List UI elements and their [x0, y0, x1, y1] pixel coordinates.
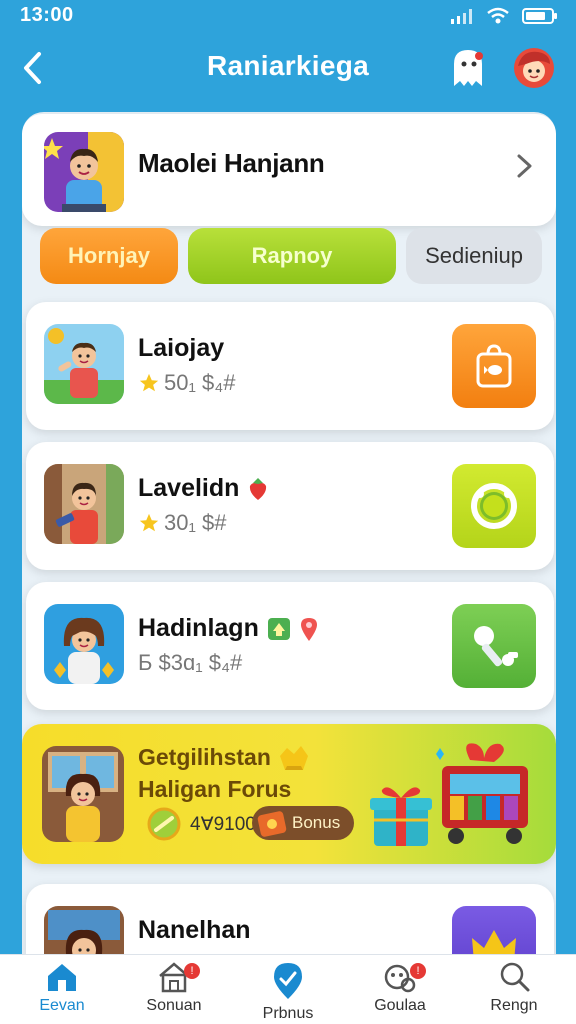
- nav-item-search[interactable]: Rengn: [466, 961, 562, 1023]
- item-subtitle-row: Б $3ɑ₁ $₄#: [138, 650, 242, 676]
- shopping-bag-icon: [476, 344, 512, 388]
- nav-item-social[interactable]: ! Goulaa: [352, 961, 448, 1023]
- search-icon: [500, 962, 530, 992]
- character-button[interactable]: [512, 46, 556, 90]
- chevron-right-icon: [517, 154, 532, 178]
- item-action-button[interactable]: [452, 464, 536, 548]
- item-thumbnail: [44, 604, 124, 684]
- bonus-title-line1: Getgilihstan: [138, 744, 271, 770]
- crown-icon: [472, 930, 516, 954]
- item-title-row: Hadinlagn: [138, 614, 319, 643]
- status-icons: [450, 4, 558, 28]
- item-title-row: Laiojay: [138, 334, 224, 363]
- boy-avatar-icon: [44, 132, 124, 212]
- item-title: Lavelidn: [138, 474, 240, 502]
- star-icon: [139, 373, 159, 392]
- green-badge-icon: [267, 617, 290, 640]
- ticket-icon: [257, 811, 287, 837]
- profile-card[interactable]: Maolei Hanjann: [22, 114, 556, 226]
- list-item[interactable]: Lavelidn 30₁ $#: [26, 442, 554, 570]
- nav-label: Rengn: [490, 997, 538, 1014]
- bonus-button[interactable]: Bonus: [252, 806, 355, 840]
- list-item[interactable]: Nanelhan: [26, 884, 554, 954]
- status-time: 13:00: [20, 4, 74, 26]
- bonus-thumbnail: [42, 746, 124, 842]
- ring-icon: [471, 483, 517, 529]
- battery-icon: [522, 8, 557, 24]
- star-icon: [139, 513, 159, 532]
- nav-label: Eevan: [39, 997, 85, 1014]
- item-stats: 50₁ $₄#: [164, 370, 236, 395]
- tab-sedieniup[interactable]: Sedieniup: [406, 228, 542, 284]
- item-action-button[interactable]: [452, 604, 536, 688]
- gift-box-icon: [370, 787, 432, 846]
- bonus-button-label: Bonus: [292, 813, 341, 832]
- profile-name: Maolei Hanjann: [138, 148, 325, 178]
- status-bar: 13:00: [0, 0, 576, 34]
- nav-item-store[interactable]: ! Sonuan: [126, 961, 222, 1023]
- item-title: Nanelhan: [138, 916, 251, 944]
- girl-classroom-icon: [44, 906, 124, 954]
- location-pin-icon: [274, 963, 302, 999]
- coin-icon: [147, 807, 181, 841]
- item-stats: Б $3ɑ₁ $₄#: [138, 650, 243, 675]
- nav-label: Prbnus: [262, 1005, 314, 1022]
- item-subtitle-row: 30₁ $#: [138, 510, 226, 536]
- nav-label: Sonuan: [146, 997, 202, 1014]
- item-thumbnail: [44, 324, 124, 404]
- nav-label: Goulaa: [374, 997, 426, 1014]
- profile-avatar: [44, 132, 124, 212]
- bonus-title-line2: Haligan Forus: [138, 775, 292, 802]
- home-icon: [48, 964, 76, 991]
- key-icon: [474, 626, 518, 667]
- item-subtitle-row: 50₁ $₄#: [138, 370, 235, 396]
- bonus-amount-row: 4Ɐ9100.: [146, 806, 261, 842]
- toy-cart-icon: [436, 743, 528, 844]
- item-title: Laiojay: [138, 334, 225, 362]
- notification-badge: !: [184, 963, 200, 979]
- list-item[interactable]: Hadinlagn Б $3ɑ₁ $₄#: [26, 582, 554, 710]
- wifi-icon: [487, 7, 509, 24]
- notification-badge: !: [410, 963, 426, 979]
- red-character-icon: [514, 48, 554, 88]
- mascot-button[interactable]: [446, 46, 490, 90]
- nav-item-bonus[interactable]: Prbnus: [240, 961, 336, 1023]
- bonus-title: Getgilihstan Haligan Forus: [138, 742, 311, 805]
- item-thumbnail: [44, 464, 124, 544]
- crown-gem-icon: [280, 745, 309, 770]
- pin-icon: [300, 617, 317, 641]
- bonus-banner[interactable]: Getgilihstan Haligan Forus 4Ɐ9100. Bonus: [22, 724, 556, 864]
- list-item[interactable]: Laiojay 50₁ $₄#: [26, 302, 554, 430]
- girl-avatar-icon: [44, 604, 124, 684]
- signal-icon: [451, 9, 472, 24]
- item-stats: 30₁ $#: [164, 510, 227, 535]
- content-area: Maolei Hanjann Hornjay Rapnoy Sedieniup: [22, 112, 556, 954]
- item-thumbnail: [44, 906, 124, 954]
- tab-bar: Hornjay Rapnoy Sedieniup: [40, 228, 544, 284]
- girl-room-icon: [42, 746, 124, 842]
- tab-hornjay[interactable]: Hornjay: [40, 228, 178, 284]
- item-title: Hadinlagn: [138, 614, 259, 642]
- app-header: Raniarkiega: [0, 34, 576, 104]
- item-action-button[interactable]: [452, 324, 536, 408]
- strawberry-icon: [250, 477, 267, 500]
- nav-item-home[interactable]: Eevan: [14, 961, 110, 1023]
- tab-rapnoy[interactable]: Rapnoy: [188, 228, 396, 284]
- item-title-row: Lavelidn: [138, 474, 269, 503]
- item-action-button[interactable]: [452, 906, 536, 954]
- item-title-row: Nanelhan: [138, 916, 251, 945]
- bottom-navigation: Eevan ! Sonuan Prbnus ! Goulaa Rengn: [0, 954, 576, 1024]
- boy-street-icon: [44, 464, 124, 544]
- bonus-amount: 4Ɐ9100.: [190, 813, 262, 835]
- boy-park-icon: [44, 324, 124, 404]
- ghost-mascot-icon: [454, 50, 483, 86]
